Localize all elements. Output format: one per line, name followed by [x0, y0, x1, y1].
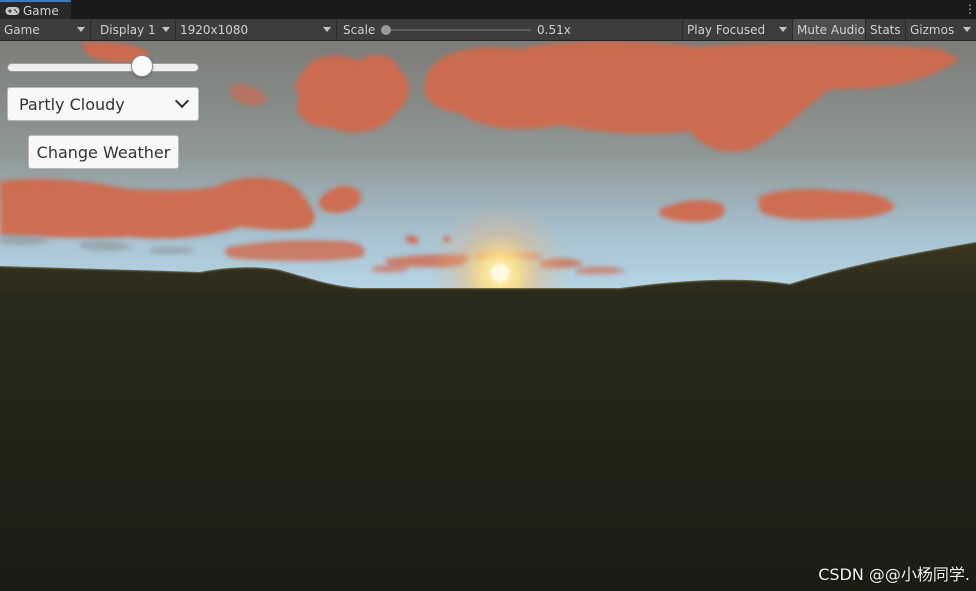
play-mode-dropdown[interactable]: Play Focused: [683, 19, 793, 40]
chevron-down-icon: [779, 27, 787, 32]
resolution-dropdown[interactable]: 1920x1080: [176, 19, 337, 40]
watermark: CSDN @@小杨同学.: [818, 565, 970, 584]
weather-dropdown-value: Partly Cloudy: [19, 94, 125, 114]
weather-slider-thumb[interactable]: [131, 55, 154, 77]
chevron-down-icon: [77, 27, 85, 32]
scene-render: [0, 41, 976, 591]
tab-game[interactable]: Game: [0, 0, 71, 19]
chevron-down-icon: [963, 27, 971, 32]
editor-tab-bar: Game ⋮: [0, 0, 976, 20]
change-weather-label: Change Weather: [36, 142, 171, 162]
stats-label: Stats: [870, 22, 901, 37]
gamepad-icon: [5, 6, 20, 15]
kebab-menu-icon[interactable]: ⋮: [964, 2, 976, 16]
change-weather-button[interactable]: Change Weather: [28, 135, 179, 169]
mute-audio-toggle[interactable]: Mute Audio: [793, 19, 866, 40]
chevron-down-icon: [323, 27, 331, 32]
stats-toggle[interactable]: Stats: [866, 19, 906, 40]
display-label: Display 1: [100, 22, 156, 37]
resolution-label: 1920x1080: [180, 22, 249, 37]
gizmos-label: Gizmos: [910, 22, 955, 37]
play-mode-label: Play Focused: [687, 22, 766, 37]
display-dropdown[interactable]: Display 1: [96, 19, 176, 40]
scale-label: Scale: [343, 22, 376, 37]
view-mode-label: Game: [4, 22, 40, 37]
tab-label: Game: [23, 3, 59, 18]
view-mode-dropdown[interactable]: Game: [0, 19, 91, 40]
game-view[interactable]: Partly Cloudy Change Weather CSDN @@小杨同学…: [0, 41, 976, 591]
chevron-down-icon: [162, 27, 170, 32]
gizmos-dropdown[interactable]: [958, 19, 976, 40]
scale-slider-track[interactable]: [386, 29, 531, 31]
scale-slider-thumb[interactable]: [381, 25, 391, 35]
gizmos-toggle[interactable]: Gizmos: [906, 19, 958, 40]
mute-audio-label: Mute Audio: [797, 22, 865, 37]
weather-slider-track[interactable]: [7, 63, 199, 72]
weather-dropdown[interactable]: Partly Cloudy: [7, 87, 199, 121]
chevron-down-icon: [174, 93, 190, 109]
scale-value: 0.51x: [537, 22, 571, 37]
